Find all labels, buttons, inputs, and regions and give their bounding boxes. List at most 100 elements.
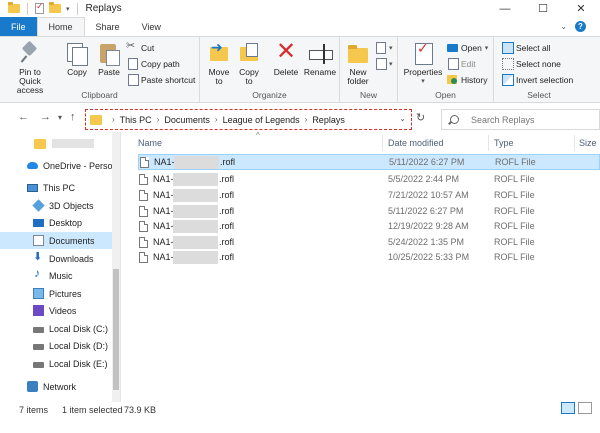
type-cell: ROFL File	[494, 252, 535, 262]
minimize-button[interactable]: —	[486, 0, 524, 17]
history-label: History	[461, 74, 488, 85]
paste-shortcut-button[interactable]: Paste shortcut	[127, 74, 195, 86]
chevron-down-icon: ▾	[389, 44, 393, 52]
open-button[interactable]: Open ▾	[447, 42, 488, 53]
file-name-prefix: NA1-	[153, 252, 174, 262]
column-header-name[interactable]: Name	[138, 132, 162, 154]
sidebar-item-local-disk-d[interactable]: Local Disk (D:)	[0, 337, 113, 354]
chevron-down-icon[interactable]: ▾	[66, 5, 70, 13]
sidebar-item-downloads[interactable]: Downloads	[0, 250, 113, 267]
selection-size: 73.9 KB	[124, 405, 157, 415]
type-cell: ROFL File	[494, 221, 535, 231]
select-all-button[interactable]: Select all	[502, 42, 551, 54]
collapse-ribbon-icon[interactable]: ⌄	[560, 22, 567, 31]
table-row[interactable]: NA1- .rofl 5/5/2022 2:44 PM ROFL File	[138, 171, 600, 187]
table-row[interactable]: NA1- .rofl 10/25/2022 5:33 PM ROFL File	[138, 249, 600, 265]
address-dropdown-chevron-icon[interactable]: ⌄	[399, 114, 406, 123]
rename-button[interactable]: Rename	[303, 41, 337, 77]
close-button[interactable]: ✕	[562, 0, 600, 17]
column-divider[interactable]	[488, 135, 489, 151]
cube-icon	[32, 199, 45, 212]
open-group: Properties ▾ Open ▾ Edit History Open	[398, 37, 494, 103]
paste-shortcut-icon	[127, 74, 139, 86]
move-to-button[interactable]: Move to	[206, 41, 232, 86]
sidebar-item-local-disk-c[interactable]: Local Disk (C:)	[0, 320, 113, 337]
table-row[interactable]: NA1- .rofl 5/11/2022 6:27 PM ROFL File	[138, 154, 600, 170]
sidebar-item-local-disk-e[interactable]: Local Disk (E:)	[0, 355, 113, 372]
video-icon	[33, 305, 44, 316]
cut-button[interactable]: Cut	[126, 39, 154, 53]
nav-scrollbar[interactable]	[112, 132, 120, 402]
delete-button[interactable]: Delete	[272, 39, 300, 77]
date-modified-cell: 5/11/2022 6:27 PM	[389, 157, 465, 167]
open-icon	[447, 42, 458, 53]
easy-access-button[interactable]: ▾	[375, 58, 393, 70]
file-icon	[139, 220, 148, 232]
help-icon[interactable]: ?	[575, 21, 586, 32]
select-none-button[interactable]: Select none	[502, 58, 561, 70]
tab-view[interactable]: View	[131, 17, 172, 36]
sidebar-item-documents[interactable]: Documents	[0, 232, 113, 249]
column-header-size[interactable]: Size	[579, 132, 597, 154]
redacted-name	[174, 155, 219, 169]
column-header-type[interactable]: Type	[494, 132, 514, 154]
search-input[interactable]: Search Replays	[441, 109, 600, 130]
table-row[interactable]: NA1- .rofl 7/21/2022 10:57 AM ROFL File	[138, 187, 600, 203]
new-folder-button[interactable]: New folder	[344, 41, 372, 86]
properties-icon[interactable]	[35, 1, 44, 14]
new-folder-icon[interactable]	[49, 2, 61, 13]
breadcrumb-chevron-icon[interactable]: ›	[215, 115, 218, 124]
sidebar-item-this-pc[interactable]: This PC	[0, 179, 113, 196]
forward-arrow-icon[interactable]: →	[40, 111, 51, 123]
copy-path-button[interactable]: Copy path	[127, 58, 180, 70]
maximize-button[interactable]: ☐	[524, 0, 562, 17]
search-icon	[450, 115, 459, 124]
breadcrumb-chevron-icon[interactable]: ›	[305, 115, 308, 124]
table-row[interactable]: NA1- .rofl 5/11/2022 6:27 PM ROFL File	[138, 203, 600, 219]
sidebar-item-network[interactable]: Network	[0, 378, 113, 395]
sidebar-item-label: Music	[49, 270, 73, 281]
table-row[interactable]: NA1- .rofl 5/24/2022 1:35 PM ROFL File	[138, 234, 600, 250]
column-header-date-modified[interactable]: Date modified	[388, 132, 444, 154]
column-divider[interactable]	[574, 135, 575, 151]
sidebar-item-desktop[interactable]: Desktop	[0, 214, 113, 231]
up-arrow-icon[interactable]: ↑	[70, 111, 76, 123]
copy-to-button[interactable]: Copy to	[236, 41, 262, 86]
column-divider[interactable]	[382, 135, 383, 151]
sidebar-item-3d-objects[interactable]: 3D Objects	[0, 197, 113, 214]
refresh-icon[interactable]: ↻	[416, 111, 425, 124]
breadcrumb-replays[interactable]: Replays	[312, 115, 345, 125]
breadcrumb-chevron-icon[interactable]: ›	[112, 115, 115, 124]
copy-button[interactable]: Copy	[64, 41, 90, 77]
paste-button[interactable]: Paste	[96, 41, 122, 77]
easy-access-icon	[375, 58, 387, 70]
tab-home[interactable]: Home	[36, 17, 85, 36]
history-button[interactable]: History	[447, 74, 487, 85]
properties-button[interactable]: Properties ▾	[402, 41, 444, 86]
tab-file[interactable]: File	[0, 17, 37, 36]
edit-button[interactable]: Edit	[447, 58, 476, 70]
large-icons-view-icon[interactable]	[578, 402, 592, 414]
sidebar-item-onedrive[interactable]: OneDrive - Persor	[0, 157, 113, 174]
quick-access-item[interactable]	[0, 135, 113, 152]
quick-access-toolbar: ▾	[0, 1, 80, 15]
breadcrumb-chevron-icon[interactable]: ›	[157, 115, 160, 124]
file-name-prefix: NA1-	[153, 221, 174, 231]
breadcrumb-this-pc[interactable]: This PC	[120, 115, 152, 125]
pin-to-quick-access-button[interactable]: Pin to Quick access	[10, 41, 50, 95]
details-view-icon[interactable]	[561, 402, 575, 414]
table-row[interactable]: NA1- .rofl 12/19/2022 9:28 AM ROFL File	[138, 218, 600, 234]
sidebar-item-videos[interactable]: Videos	[0, 302, 113, 319]
select-group: Select all Select none Invert selection …	[494, 37, 584, 103]
nav-scrollbar-thumb[interactable]	[113, 269, 119, 390]
back-arrow-icon[interactable]: ←	[18, 111, 29, 123]
new-item-button[interactable]: ▾	[375, 42, 393, 54]
sidebar-item-pictures[interactable]: Pictures	[0, 285, 113, 302]
breadcrumb-league-of-legends[interactable]: League of Legends	[223, 115, 300, 125]
tab-share[interactable]: Share	[85, 17, 131, 36]
address-bar[interactable]: › This PC › Documents › League of Legend…	[85, 109, 412, 130]
sidebar-item-music[interactable]: Music	[0, 267, 113, 284]
recent-locations-chevron-icon[interactable]: ▾	[58, 113, 62, 122]
invert-selection-button[interactable]: Invert selection	[502, 74, 573, 86]
breadcrumb-documents[interactable]: Documents	[164, 115, 210, 125]
